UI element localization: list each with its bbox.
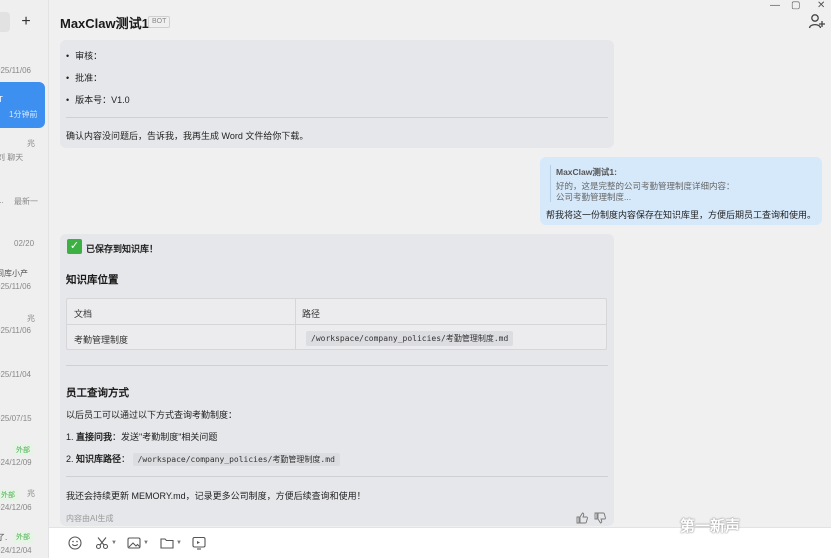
step-text: ：发送"考勤制度"相关问题 — [112, 432, 218, 442]
external-tag: 外部 — [13, 531, 33, 543]
screen-share-button[interactable] — [192, 534, 206, 552]
close-button[interactable]: ✕ — [817, 0, 825, 11]
conversation-item[interactable]: ... 最新一 — [0, 180, 48, 228]
conversation-date: 02/20 — [14, 239, 35, 248]
conversation-mark: 兆 — [27, 489, 35, 498]
conversation-mark: 兆 — [27, 314, 35, 323]
search-input[interactable] — [0, 12, 10, 32]
minimize-button[interactable]: — — [770, 0, 780, 11]
conversation-item[interactable]: 兆 刘 聊天 — [0, 130, 48, 178]
conversation-time: 最新一 — [14, 197, 38, 206]
external-tag: 外部 — [13, 444, 33, 456]
conversation-title: T — [0, 95, 3, 104]
conversation-date: 024/12/09 — [0, 458, 32, 467]
image-icon — [127, 537, 141, 549]
quote-text: 公司考勤管理制度... — [556, 192, 632, 202]
emoji-button[interactable] — [68, 534, 82, 552]
divider — [66, 117, 608, 118]
list-item: 1. 直接问我：发送"考勤制度"相关问题 — [66, 430, 217, 443]
ai-generated-note: 内容由AI生成 — [66, 514, 114, 523]
add-member-icon[interactable] — [808, 13, 826, 29]
conversation-title: 间库小产 — [0, 269, 28, 278]
saved-notice: 已保存到知识库！ — [86, 244, 159, 254]
conversation-date: 024/12/06 — [0, 503, 32, 512]
conversation-title: 了. — [0, 533, 8, 542]
image-button[interactable]: ▼ — [127, 534, 149, 552]
path-code: /workspace/company_policies/考勤管理制度.md — [132, 453, 340, 466]
conversation-snippet: 刘 聊天 — [0, 153, 24, 162]
table-divider — [67, 324, 606, 325]
table-header: 路径 — [302, 309, 321, 319]
chevron-down-icon: ▼ — [176, 540, 182, 546]
conversation-date: 025/11/06 — [0, 66, 31, 75]
chevron-down-icon: ▼ — [143, 540, 149, 546]
divider — [66, 476, 608, 477]
thumbs-up-icon[interactable] — [576, 512, 588, 524]
conversation-date: 025/11/04 — [0, 370, 31, 379]
conversation-item[interactable]: 兆 025/11/06 — [0, 305, 48, 353]
maximize-button[interactable]: ▢ — [791, 0, 800, 11]
conversation-snippet: ... — [0, 196, 4, 205]
thumbs-down-icon[interactable] — [594, 512, 606, 524]
table-cell-path: /workspace/company_policies/考勤管理制度.md — [306, 331, 514, 346]
message-text: 以后员工可以通过以下方式查询考勤制度： — [66, 410, 238, 420]
chevron-down-icon: ▼ — [111, 540, 117, 546]
bot-badge: BOT — [148, 16, 171, 28]
sidebar-top: + — [0, 0, 48, 42]
conversation-date: 025/07/15 — [0, 414, 32, 423]
emoji-icon — [68, 536, 82, 550]
section-title: 员工查询方式 — [66, 387, 129, 399]
conversation-date: 024/12/04 — [0, 546, 32, 555]
step-text: ： — [121, 454, 131, 464]
conversation-item[interactable]: 了. 外部 024/12/04 — [0, 528, 48, 558]
step-bold: 知识库路径 — [76, 454, 122, 464]
conversation-sidebar: + 025/11/06 T 1分钟前 兆 刘 聊天 ... 最新一 02/20 … — [0, 0, 49, 558]
chat-title: MaxClaw测试1 — [60, 16, 149, 31]
message-text: 我还会持续更新 MEMORY.md，记录更多公司制度，方便后续查询和使用！ — [66, 491, 366, 501]
step-number: 1. — [66, 432, 74, 442]
checkmark-icon: ✓ — [67, 239, 82, 254]
chat-header: MaxClaw测试1 BOT — ▢ ✕ — [49, 0, 831, 42]
scissors-icon — [95, 537, 109, 550]
conversation-mark: 兆 — [27, 139, 35, 148]
conversation-item[interactable]: 间库小产 025/11/06 — [0, 260, 48, 308]
conversation-item-selected[interactable]: T 1分钟前 — [0, 82, 45, 128]
conversation-date: 025/11/06 — [0, 282, 31, 291]
conversation-date: 025/11/06 — [0, 326, 31, 335]
folder-icon — [160, 538, 174, 549]
knowledge-base-table: 文档 路径 考勤管理制度 /workspace/company_policies… — [66, 298, 607, 350]
divider — [66, 365, 608, 366]
watermark: 第一新声 — [680, 518, 741, 535]
table-header: 文档 — [74, 309, 93, 319]
new-chat-button[interactable]: + — [15, 12, 37, 32]
quote-bar — [550, 165, 551, 202]
step-number: 2. — [66, 454, 74, 464]
external-tag: 外部 — [0, 489, 18, 501]
conversation-item[interactable]: 外部 兆 024/12/06 — [0, 485, 48, 533]
file-button[interactable]: ▼ — [160, 534, 182, 552]
list-item: 2. 知识库路径： /workspace/company_policies/考勤… — [66, 452, 340, 466]
list-item: 审核： — [66, 49, 102, 62]
list-item: 版本号：V1.0 — [66, 93, 130, 106]
quote-author: MaxClaw测试1: — [556, 167, 617, 177]
conversation-time: 1分钟前 — [9, 110, 38, 119]
section-title: 知识库位置 — [66, 274, 119, 286]
list-item: 批准： — [66, 71, 102, 84]
screen-icon — [192, 536, 206, 550]
conversation-item[interactable]: 外部 024/12/09 — [0, 440, 48, 488]
bot-message — [60, 234, 614, 526]
conversation-item[interactable]: 025/11/04 — [0, 355, 48, 403]
screenshot-button[interactable]: ▼ — [95, 534, 117, 552]
step-bold: 直接问我 — [76, 432, 113, 442]
message-text: 确认内容没问题后，告诉我，我再生成 Word 文件给你下载。 — [66, 131, 309, 141]
table-cell: 考勤管理制度 — [74, 335, 129, 345]
message-text: 帮我将这一份制度内容保存在知识库里，方便后期员工查询和使用。 — [546, 210, 817, 220]
